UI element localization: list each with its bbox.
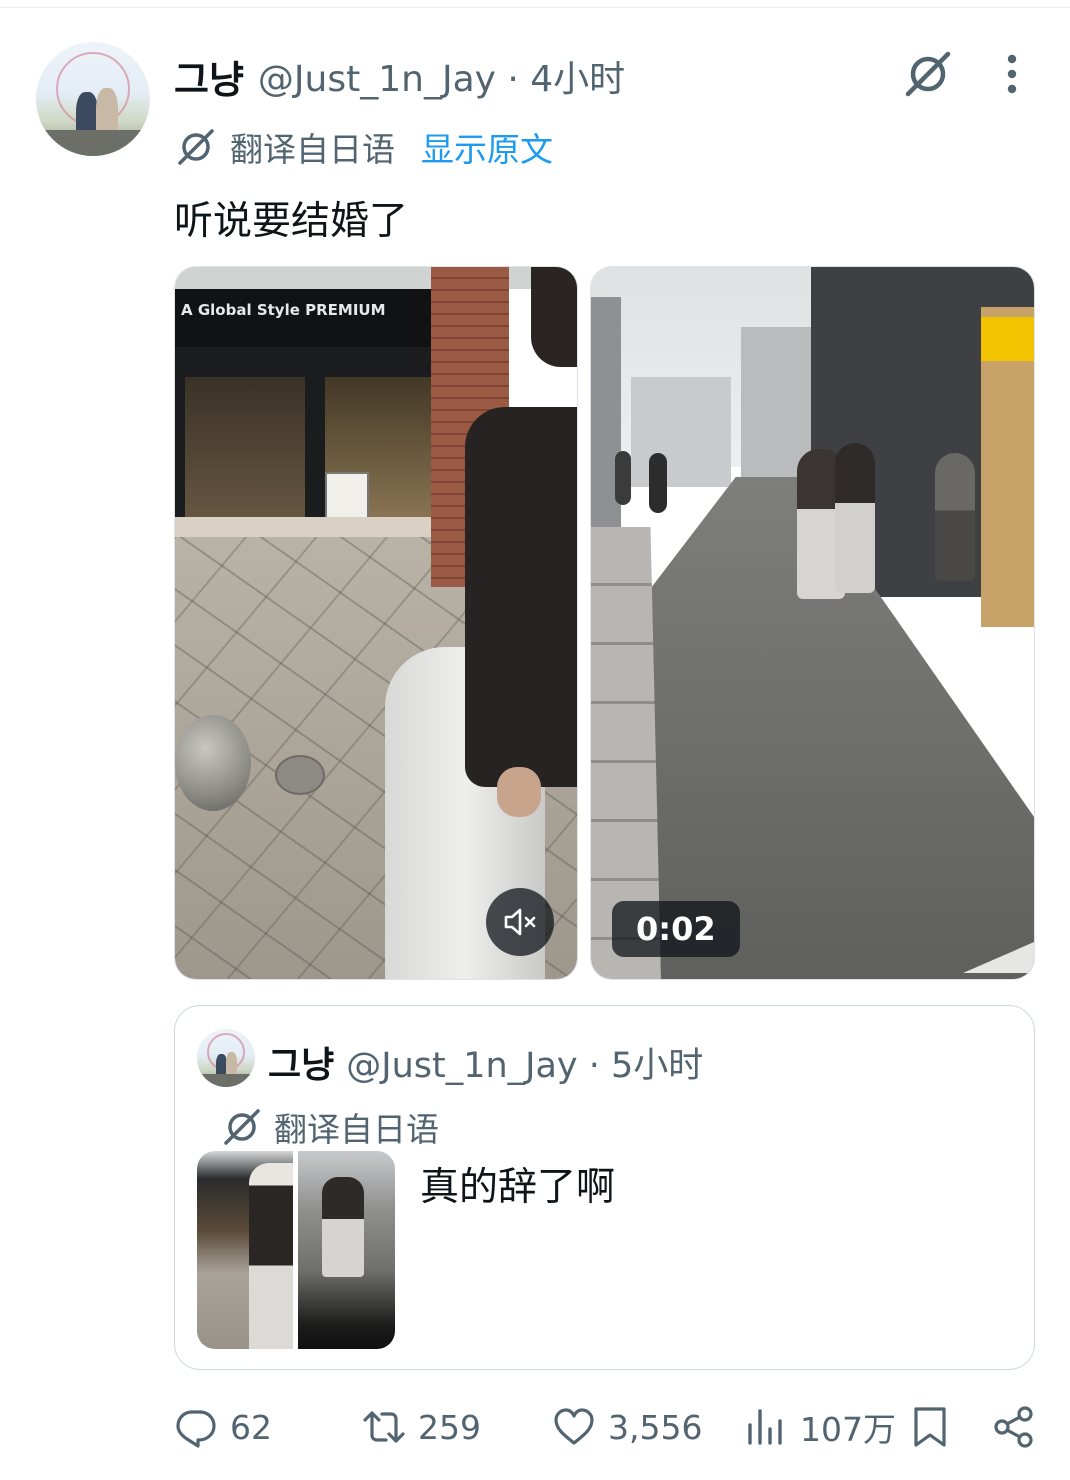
translation-notice: 翻译自日语 显示原文 <box>176 124 553 170</box>
author-handle-and-time[interactable]: @Just_1n_Jay · 4小时 <box>258 50 625 102</box>
quoted-thumbnail-2 <box>298 1151 395 1349</box>
photo-person-top <box>465 407 577 787</box>
store-sign-text: A Global Style PREMIUM <box>181 301 386 319</box>
author-avatar[interactable] <box>36 42 150 156</box>
share-button[interactable] <box>992 1398 1036 1456</box>
photo-person-hand <box>497 767 541 817</box>
view-count: 107万 <box>800 1410 896 1449</box>
photo-person-hair <box>531 267 577 367</box>
like-button[interactable]: 3,556 <box>552 1398 702 1456</box>
more-options-icon[interactable] <box>988 48 1036 100</box>
bookmark-button[interactable] <box>908 1398 952 1456</box>
photo-sky <box>175 267 577 289</box>
photo-yellow-sign <box>981 317 1034 361</box>
reply-icon <box>176 1410 216 1448</box>
post-text: 听说要结婚了 <box>174 199 409 244</box>
post-header: 그냥 @Just_1n_Jay · 4小时 <box>174 50 625 102</box>
photo-pedestrian <box>649 453 667 513</box>
video-duration-badge: 0:02 <box>612 901 740 957</box>
speaker-muted-icon <box>504 908 536 936</box>
quoted-author-handle-and-time[interactable]: @Just_1n_Jay · 5小时 <box>346 1037 703 1088</box>
quoted-author-avatar[interactable] <box>197 1029 255 1087</box>
views-button[interactable]: 107万 <box>744 1398 896 1456</box>
thumbnail-person <box>249 1163 293 1349</box>
quoted-thumbnail-1 <box>197 1151 293 1349</box>
quoted-author-display-name[interactable]: 그냥 <box>268 1036 334 1088</box>
quoted-translation-notice: 翻译自日语 <box>222 1104 439 1150</box>
repost-button[interactable]: 259 <box>362 1398 481 1456</box>
photo-far-building <box>631 377 731 487</box>
photo-pedestrian <box>615 451 631 505</box>
repost-icon <box>363 1411 405 1443</box>
translate-icon <box>178 129 214 165</box>
quoted-post-header: 그냥 @Just_1n_Jay · 5小时 <box>268 1038 703 1086</box>
photo-stone-ball <box>175 715 251 811</box>
mute-button[interactable] <box>486 888 554 956</box>
share-icon <box>994 1406 1033 1448</box>
avatar-ground <box>197 1074 255 1087</box>
translated-from-label: 翻译自日语 <box>230 130 395 169</box>
media-video-1[interactable]: A Global Style PREMIUM <box>174 266 578 980</box>
top-divider <box>0 0 1070 8</box>
bookmark-icon <box>914 1407 946 1447</box>
reply-count: 62 <box>230 1407 272 1447</box>
views-chart-icon <box>748 1409 782 1445</box>
reply-button[interactable]: 62 <box>174 1398 272 1456</box>
photo-pedestrian <box>835 443 875 593</box>
grok-icon[interactable] <box>902 48 954 100</box>
media-video-2[interactable] <box>590 266 1035 980</box>
photo-pedestrian <box>935 453 975 581</box>
author-display-name[interactable]: 그냥 <box>174 49 244 104</box>
post-action-bar: 62 259 3,556 107万 <box>174 1398 1040 1456</box>
avatar-ground <box>36 130 150 156</box>
quoted-post-text: 真的辞了啊 <box>420 1165 616 1210</box>
quoted-translated-from-label: 翻译自日语 <box>274 1110 439 1149</box>
like-count: 3,556 <box>608 1407 703 1447</box>
translate-icon <box>224 1109 260 1145</box>
quoted-media-thumbnail[interactable] <box>197 1151 395 1349</box>
photo-drain-cover <box>275 755 325 795</box>
heart-icon <box>554 1408 594 1445</box>
thumbnail-person <box>322 1177 364 1277</box>
repost-count: 259 <box>418 1407 481 1447</box>
show-original-link[interactable]: 显示原文 <box>421 123 553 171</box>
